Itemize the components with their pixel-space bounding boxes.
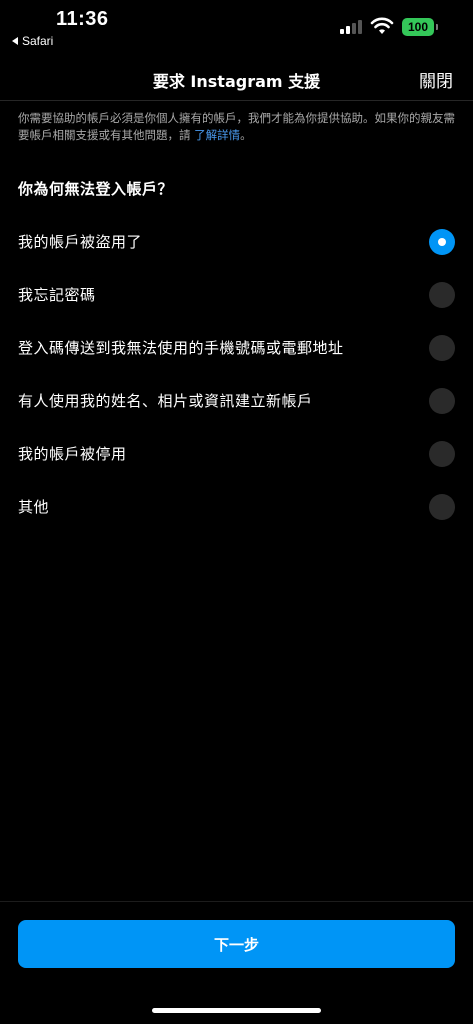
battery-icon: 100	[402, 18, 434, 36]
info-text: 你需要協助的帳戶必須是你個人擁有的帳戶，我們才能為你提供協助。如果你的親友需要帳…	[18, 110, 458, 144]
radio-button[interactable]	[429, 493, 455, 520]
home-indicator	[152, 1008, 321, 1013]
cellular-signal-icon	[340, 20, 362, 34]
close-button[interactable]: 關閉	[419, 67, 453, 92]
question-heading: 你為何無法登入帳戶？	[18, 180, 174, 198]
option-label: 登入碼傳送到我無法使用的手機號碼或電郵地址	[18, 339, 344, 357]
option-account-hacked[interactable]: 我的帳戶被盜用了	[0, 215, 473, 268]
page-title: 要求 Instagram 支援	[152, 72, 321, 91]
option-label: 我忘記密碼	[18, 286, 96, 304]
back-arrow-icon	[12, 37, 18, 45]
radio-button[interactable]	[429, 440, 455, 467]
wifi-icon	[370, 17, 394, 34]
screen: 11:36 Safari 100 要求 Instagram 支援 關閉 你需要協…	[0, 0, 473, 1024]
options-list: 我的帳戶被盜用了 我忘記密碼 登入碼傳送到我無法使用的手機號碼或電郵地址 有人使…	[0, 215, 473, 533]
option-label: 我的帳戶被停用	[18, 445, 127, 463]
back-app-label: Safari	[22, 34, 54, 48]
option-label: 其他	[18, 498, 50, 516]
radio-button[interactable]	[429, 228, 455, 255]
option-forgot-password[interactable]: 我忘記密碼	[0, 268, 473, 321]
back-to-app-link[interactable]: Safari	[12, 34, 53, 48]
option-label: 有人使用我的姓名、相片或資訊建立新帳戶	[18, 392, 313, 410]
header: 要求 Instagram 支援 關閉	[0, 56, 473, 100]
info-suffix: 。	[240, 128, 252, 142]
next-button[interactable]: 下一步	[18, 920, 455, 968]
radio-button[interactable]	[429, 387, 455, 414]
header-divider	[0, 100, 473, 101]
option-other[interactable]: 其他	[0, 480, 473, 533]
radio-button[interactable]	[429, 281, 455, 308]
learn-more-link[interactable]: 了解詳情	[194, 128, 240, 142]
radio-button[interactable]	[429, 334, 455, 361]
option-impersonation[interactable]: 有人使用我的姓名、相片或資訊建立新帳戶	[0, 374, 473, 427]
bottom-divider	[0, 901, 473, 902]
option-account-disabled[interactable]: 我的帳戶被停用	[0, 427, 473, 480]
status-bar: 11:36 Safari 100	[0, 0, 473, 56]
option-code-unavailable[interactable]: 登入碼傳送到我無法使用的手機號碼或電郵地址	[0, 321, 473, 374]
battery-tip	[436, 24, 438, 30]
option-label: 我的帳戶被盜用了	[18, 233, 143, 251]
status-time: 11:36	[56, 8, 109, 30]
battery-level: 100	[407, 20, 429, 34]
